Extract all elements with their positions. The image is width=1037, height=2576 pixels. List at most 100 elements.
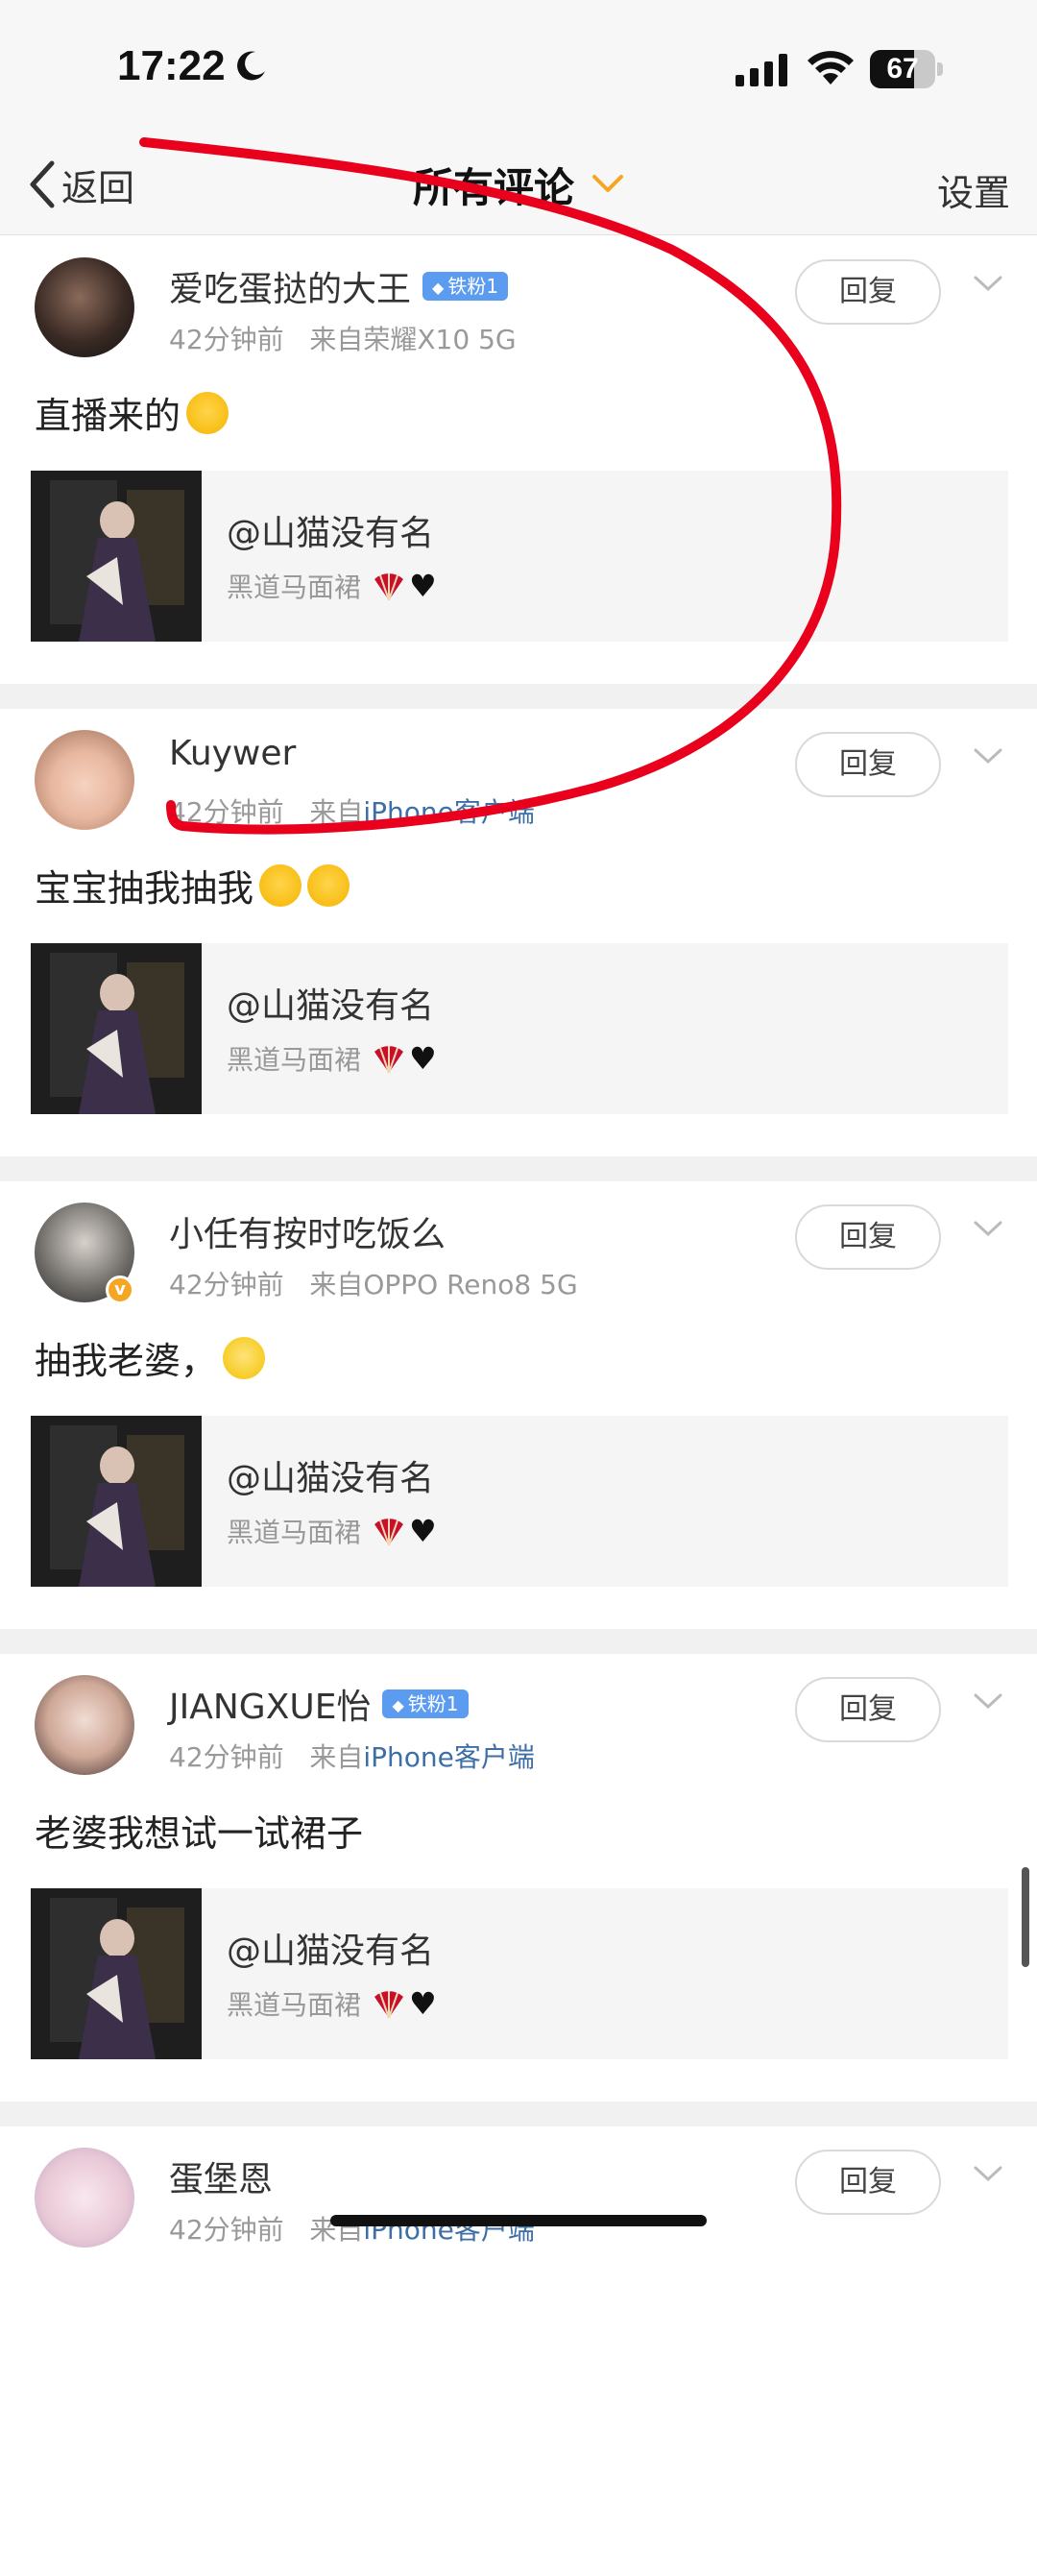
folding-fan-emoji-icon [374,1991,404,2019]
source-prefix: 来自 [309,796,364,828]
black-heart-emoji-icon: ♥ [409,1513,437,1549]
settings-button[interactable]: 设置 [937,163,1010,216]
comment-text: 抽我老婆， [35,1331,266,1384]
page-title[interactable]: 所有评论 [413,156,574,214]
battery-indicator: 67 [870,50,945,88]
card-subtitle: 黑道马面裙 ♥ [227,1039,437,1078]
nav-bar: 返回 所有评论 设置 [0,134,1037,235]
folding-fan-emoji-icon [374,1519,404,1546]
avatar[interactable] [35,730,134,830]
card-subtitle-text: 黑道马面裙 [227,1989,362,2021]
comment-meta: 42分钟前 来自荣耀X10 5G [169,319,517,357]
linked-post-card[interactable]: @山猫没有名 黑道马面裙 ♥ [31,471,1008,642]
comment-meta: 42分钟前 来自OPPO Reno8 5G [169,1264,578,1302]
comment-body: 抽我老婆， [35,1340,218,1382]
folding-fan-emoji-icon [374,1046,404,1074]
comment-time: 42分钟前 [169,1269,284,1300]
black-heart-emoji-icon: ♥ [409,568,437,604]
username-text: 蛋堡恩 [169,2160,274,2199]
reply-button[interactable]: 回复 [795,1204,941,1270]
chevron-left-icon [30,160,55,208]
linked-post-card[interactable]: @山猫没有名 黑道马面裙 ♥ [31,1416,1008,1587]
username[interactable]: 小任有按时吃饭么 [169,1206,446,1256]
comment-source: 荣耀X10 5G [363,324,517,355]
loudly-crying-emoji-icon [307,863,350,907]
home-indicator[interactable] [330,2215,707,2226]
chevron-down-icon[interactable] [974,275,1002,292]
avatar[interactable] [35,1675,134,1775]
username[interactable]: 蛋堡恩 [169,2151,273,2201]
card-subtitle-text: 黑道马面裙 [227,571,362,603]
linked-post-card[interactable]: @山猫没有名 黑道马面裙 ♥ [31,943,1008,1114]
source-prefix: 来自 [309,1269,364,1300]
comment-time: 42分钟前 [169,2214,284,2246]
username-text: Kuywer [169,734,297,773]
username-text: 小任有按时吃饭么 [169,1215,446,1254]
clock: 17:22 [117,42,226,89]
fan-badge: 铁粉1 [422,272,509,301]
verified-badge-icon: v [106,1276,134,1304]
post-thumbnail [31,943,202,1114]
section-divider [0,1156,1037,1181]
username[interactable]: JIANGXUE怡铁粉1 [169,1679,469,1729]
reply-button[interactable]: 回复 [795,2150,941,2215]
username[interactable]: Kuywer [169,734,296,773]
comment-time: 42分钟前 [169,324,284,355]
comment-meta: 42分钟前 来自iPhone客户端 [169,1737,535,1775]
comment-item: Kuywer 42分钟前 来自iPhone客户端 回复宝宝抽我抽我 @山猫没有名… [0,709,1037,1158]
folding-fan-emoji-icon [374,573,404,601]
card-subtitle-text: 黑道马面裙 [227,1044,362,1076]
avatar[interactable] [35,2148,134,2248]
post-thumbnail [31,1416,202,1587]
comment-item: v 小任有按时吃饭么 42分钟前 来自OPPO Reno8 5G 回复 抽我老婆， … [0,1181,1037,1631]
card-subtitle: 黑道马面裙 ♥ [227,1512,437,1550]
back-button[interactable]: 返回 [27,158,134,211]
card-subtitle-text: 黑道马面裙 [227,1517,362,1548]
fan-badge: 铁粉1 [382,1689,469,1718]
chevron-down-icon[interactable] [591,173,624,194]
reply-button[interactable]: 回复 [795,1677,941,1742]
comment-time: 42分钟前 [169,796,284,828]
username-text: 爱吃蛋挞的大王 [169,270,412,309]
comment-source[interactable]: iPhone客户端 [363,796,535,828]
battery-percent: 67 [886,53,919,85]
comment-body: 老婆我想试一试裙子 [35,1812,364,1855]
loudly-crying-emoji-icon [259,863,302,907]
crying-emoji-icon [223,1336,266,1379]
black-heart-emoji-icon: ♥ [409,1040,437,1077]
scrollbar[interactable] [1022,1867,1029,1967]
card-subtitle: 黑道马面裙 ♥ [227,1984,437,2023]
comment-text: 宝宝抽我抽我 [35,859,350,911]
card-title: @山猫没有名 [227,514,435,553]
avatar[interactable] [35,257,134,357]
chevron-down-icon[interactable] [974,2165,1002,2182]
section-divider [0,1629,1037,1654]
back-label: 返回 [61,166,135,209]
heart-eyes-emoji-icon [186,391,229,434]
source-prefix: 来自 [309,1741,364,1773]
card-title: @山猫没有名 [227,986,435,1026]
comment-body: 宝宝抽我抽我 [35,867,254,910]
moon-icon [237,51,265,81]
comment-meta: 42分钟前 来自iPhone客户端 [169,791,535,830]
chevron-down-icon[interactable] [974,747,1002,765]
wifi-icon [808,51,854,85]
card-subtitle: 黑道马面裙 ♥ [227,567,437,605]
reply-button[interactable]: 回复 [795,259,941,325]
comment-item: 蛋堡恩 42分钟前 来自iPhone客户端 回复 [0,2126,1037,2576]
card-title: @山猫没有名 [227,1932,435,1971]
section-divider [0,2102,1037,2126]
username-text: JIANGXUE怡 [169,1688,372,1727]
chevron-down-icon[interactable] [974,1692,1002,1710]
comment-source: OPPO Reno8 5G [363,1269,578,1300]
reply-button[interactable]: 回复 [795,732,941,797]
comment-source[interactable]: iPhone客户端 [363,1741,535,1773]
username[interactable]: 爱吃蛋挞的大王铁粉1 [169,261,509,311]
linked-post-card[interactable]: @山猫没有名 黑道马面裙 ♥ [31,1888,1008,2059]
comment-text: 直播来的 [35,386,229,439]
chevron-down-icon[interactable] [974,1220,1002,1237]
post-thumbnail [31,1888,202,2059]
post-thumbnail [31,471,202,642]
cellular-signal-icon [736,54,787,86]
comment-time: 42分钟前 [169,1741,284,1773]
